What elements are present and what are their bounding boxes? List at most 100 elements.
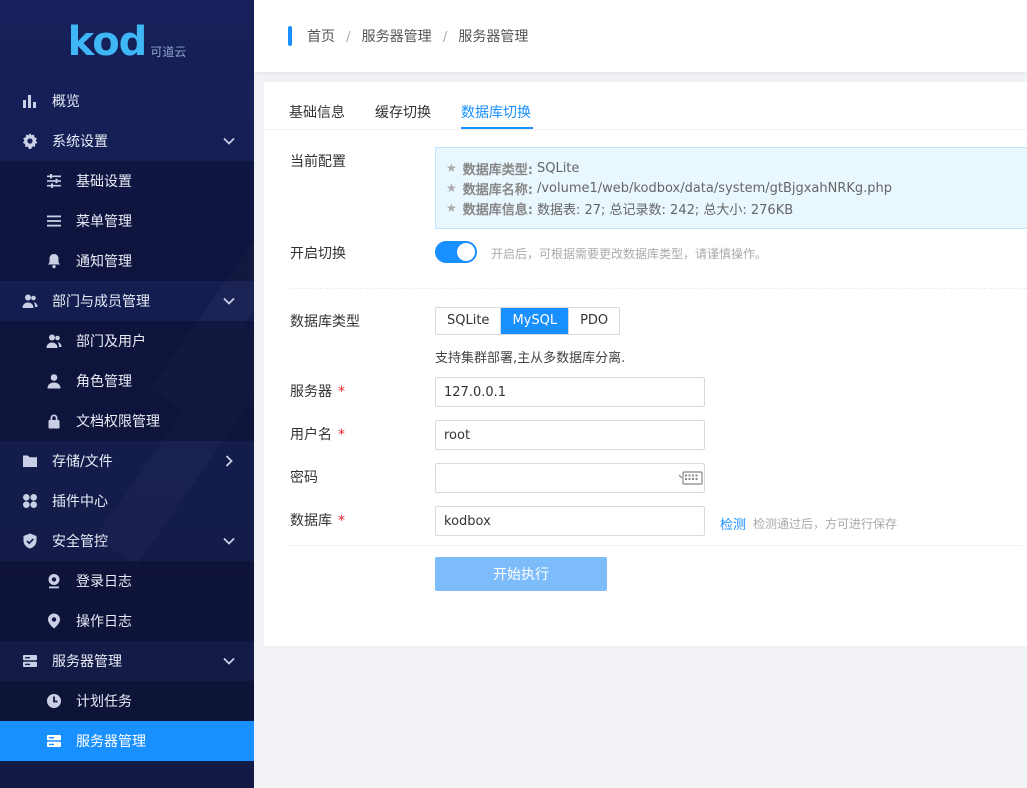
chevron-down-icon	[223, 137, 235, 145]
folder-icon	[22, 453, 38, 469]
logo-subtitle: 可道云	[150, 44, 187, 59]
username-label: 用户名 *	[290, 424, 345, 444]
enable-switch-toggle[interactable]	[435, 241, 477, 263]
config-value: SQLite	[536, 160, 580, 176]
config-key: 数据库名称:	[462, 182, 533, 198]
tabs: 基础信息 缓存切换 数据库切换	[264, 82, 1027, 130]
sidebar-item-login-log[interactable]: 登录日志	[0, 561, 254, 601]
password-input[interactable]	[435, 463, 705, 493]
sidebar-item-plugin-center[interactable]: 插件中心	[0, 481, 254, 521]
plugin-icon	[22, 493, 38, 509]
sidebar-item-basic-settings[interactable]: 基础设置	[0, 161, 254, 201]
switch-hint: 开启后，可根据需要更改数据库类型，请谨慎操作。	[491, 247, 768, 261]
sidebar-item-departments-users[interactable]: 部门及用户	[0, 321, 254, 361]
users-icon	[46, 333, 62, 349]
breadcrumb-item-server-management[interactable]: 服务器管理	[362, 29, 432, 45]
header: 首页 / 服务器管理 / 服务器管理	[254, 0, 1027, 72]
required-mark: *	[338, 427, 345, 443]
tab-cache-switch[interactable]: 缓存切换	[375, 102, 431, 122]
location-icon	[46, 613, 62, 629]
sidebar-item-server-management-active[interactable]: 服务器管理	[0, 721, 254, 761]
db-type-option-pdo[interactable]: PDO	[569, 308, 620, 334]
check-connection-link[interactable]: 检测	[720, 514, 746, 533]
sidebar-item-label: 文档权限管理	[76, 414, 160, 430]
bar-chart-icon	[22, 93, 38, 109]
sidebar-item-label: 登录日志	[76, 574, 132, 590]
star-icon: ★	[446, 161, 457, 175]
sidebar-item-menu-management[interactable]: 菜单管理	[0, 201, 254, 241]
breadcrumb-item-home[interactable]: 首页	[307, 29, 335, 45]
logo[interactable]: kod 可道云	[0, 0, 254, 80]
sidebar-item-security-control[interactable]: 安全管控	[0, 521, 254, 561]
username-input[interactable]	[435, 420, 705, 450]
db-type-option-sqlite[interactable]: SQLite	[436, 308, 502, 334]
sidebar: kod 可道云 概览 系统设置 基础设置 菜单管理 通知管理 部门与成员管理 部…	[0, 0, 254, 788]
breadcrumb-separator: /	[346, 30, 351, 45]
form-footer-divider	[286, 545, 1023, 546]
sidebar-item-label: 服务器管理	[52, 654, 122, 670]
lock-icon	[46, 413, 62, 429]
logo-text: kod	[67, 19, 148, 65]
server-label: 服务器 *	[290, 381, 345, 401]
chevron-right-icon	[225, 455, 233, 467]
server-icon	[22, 653, 38, 669]
star-icon: ★	[446, 201, 457, 215]
sidebar-item-server-management[interactable]: 服务器管理	[0, 641, 254, 681]
config-line-db-type: ★ 数据库类型: SQLite	[446, 158, 1027, 178]
sidebar-item-role-management[interactable]: 角色管理	[0, 361, 254, 401]
user-icon	[46, 373, 62, 389]
database-input[interactable]	[435, 506, 705, 536]
breadcrumb-separator: /	[442, 30, 448, 45]
sidebar-item-departments-members[interactable]: 部门与成员管理	[0, 281, 254, 321]
breadcrumb: 首页 / 服务器管理 / 服务器管理	[307, 26, 528, 46]
password-label: 密码	[290, 470, 318, 486]
tab-basic-info[interactable]: 基础信息	[289, 102, 345, 122]
chevron-down-icon	[223, 537, 235, 545]
section-divider	[290, 288, 1027, 289]
chevron-down-icon	[223, 297, 235, 305]
username-label-text: 用户名	[290, 427, 332, 443]
sidebar-item-notification-management[interactable]: 通知管理	[0, 241, 254, 281]
sliders-icon	[46, 173, 62, 189]
database-label: 数据库 *	[290, 510, 345, 530]
server-input[interactable]	[435, 377, 705, 407]
config-key: 数据库类型:	[462, 162, 533, 178]
server-label-text: 服务器	[290, 384, 332, 400]
sidebar-item-system-settings[interactable]: 系统设置	[0, 121, 254, 161]
config-value: 数据表: 27; 总记录数: 242; 总大小: 276KB	[536, 202, 794, 218]
config-value: /volume1/web/kodbox/data/system/gtBjgxah…	[536, 180, 893, 196]
bell-icon	[46, 253, 62, 269]
map-pin-icon	[46, 573, 62, 589]
sidebar-item-label: 插件中心	[52, 494, 108, 510]
config-key: 数据库信息:	[462, 202, 533, 218]
sidebar-item-label: 计划任务	[76, 694, 132, 710]
db-type-option-mysql[interactable]: MySQL	[501, 308, 570, 334]
sidebar-item-overview[interactable]: 概览	[0, 81, 254, 121]
start-execute-button[interactable]: 开始执行	[435, 557, 607, 591]
users-icon	[22, 293, 38, 309]
sidebar-item-label: 操作日志	[76, 614, 132, 630]
breadcrumb-accent	[288, 26, 292, 46]
db-type-description: 支持集群部署,主从多数据库分离.	[435, 351, 626, 366]
tab-database-switch[interactable]: 数据库切换	[461, 102, 531, 122]
check-hint: 检测通过后，方可进行保存	[753, 517, 898, 531]
required-mark: *	[338, 384, 345, 400]
sidebar-item-scheduled-tasks[interactable]: 计划任务	[0, 681, 254, 721]
current-config-label: 当前配置	[290, 154, 346, 170]
sidebar-item-label: 部门及用户	[76, 334, 146, 350]
sidebar-item-operation-log[interactable]: 操作日志	[0, 601, 254, 641]
server-icon	[46, 733, 62, 749]
sidebar-item-storage-files[interactable]: 存储/文件	[0, 441, 254, 481]
database-label-text: 数据库	[290, 513, 332, 529]
list-icon	[46, 213, 62, 229]
sidebar-item-label: 角色管理	[76, 374, 132, 390]
keyboard-icon[interactable]	[679, 470, 703, 486]
main-panel: 基础信息 缓存切换 数据库切换 当前配置 ★ 数据库类型: SQLite ★ 数…	[264, 82, 1027, 646]
gear-icon	[22, 133, 38, 149]
sidebar-item-label: 安全管控	[52, 534, 108, 550]
sidebar-item-label: 存储/文件	[52, 454, 113, 470]
star-icon: ★	[446, 181, 457, 195]
enable-switch-label: 开启切换	[290, 246, 346, 262]
chevron-down-icon	[223, 657, 235, 665]
sidebar-item-document-permissions[interactable]: 文档权限管理	[0, 401, 254, 441]
